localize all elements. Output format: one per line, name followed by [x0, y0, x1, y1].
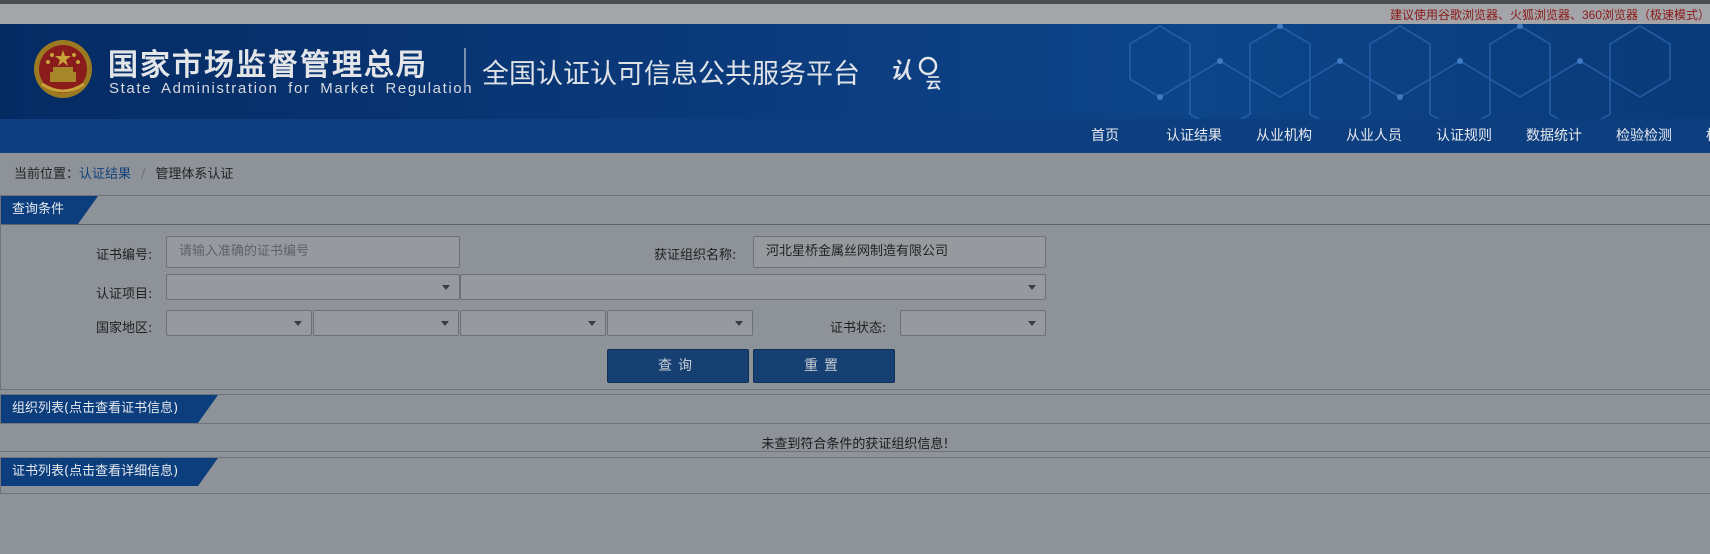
breadcrumb-prefix: 当前位置：: [14, 167, 80, 182]
chevron-down-icon: [735, 321, 743, 326]
org-name-label: 获证组织名称:: [654, 248, 737, 263]
chevron-down-icon: [442, 285, 450, 290]
cloud-logo-icon: 认 云: [890, 56, 941, 90]
cert-list-panel-title: 证书列表(点击查看详细信息): [1, 458, 218, 486]
breadcrumb-link-cert-results[interactable]: 认证结果: [79, 167, 131, 182]
region-city-select[interactable]: [460, 310, 606, 336]
query-panel-divider: [1, 224, 1710, 225]
search-button[interactable]: 查询: [607, 349, 749, 383]
hexagon-pattern-decoration: [1129, 24, 1671, 119]
org-list-panel-title: 组织列表(点击查看证书信息): [1, 395, 218, 423]
org-list-panel: 组织列表(点击查看证书信息): [0, 394, 1710, 424]
nav-item-more[interactable]: 标: [1706, 119, 1710, 153]
breadcrumb-current: 管理体系认证: [155, 167, 234, 182]
nav-item-personnel[interactable]: 从业人员: [1346, 119, 1402, 153]
cert-subproject-select[interactable]: [460, 274, 1046, 300]
org-list-bottom-line: [0, 451, 1710, 452]
main-nav: 首页 认证结果 从业机构 从业人员 认证规则 数据统计 检验检测 标: [0, 119, 1710, 153]
chevron-down-icon: [1028, 285, 1036, 290]
cert-list-panel: 证书列表(点击查看详细信息): [0, 457, 1710, 494]
breadcrumb: 当前位置：认证结果 / 管理体系认证: [14, 163, 233, 182]
org-name-input[interactable]: 河北星桥金属丝网制造有限公司: [753, 236, 1046, 268]
cert-number-label: 证书编号:: [96, 248, 153, 263]
cloud-logo-text-2: 云: [926, 74, 941, 90]
cert-number-input[interactable]: 请输入准确的证书编号: [166, 236, 460, 268]
site-header-banner: 国家市场监督管理总局 State Administration for Mark…: [0, 24, 1710, 119]
cert-status-select[interactable]: [900, 310, 1046, 336]
agency-name-cn: 国家市场监督管理总局: [108, 48, 428, 83]
cert-project-label: 认证项目:: [96, 287, 153, 302]
nav-item-inspection[interactable]: 检验检测: [1616, 119, 1672, 153]
nav-item-cert-rules[interactable]: 认证规则: [1436, 119, 1492, 153]
org-list-empty-message: 未查到符合条件的获证组织信息!: [761, 437, 949, 452]
agency-name-en: State Administration for Market Regulati…: [109, 80, 474, 97]
chevron-down-icon: [441, 321, 449, 326]
reset-button[interactable]: 重置: [753, 349, 895, 383]
browser-notice-bar: 建议使用谷歌浏览器、火狐浏览器、360浏览器（极速模式）: [0, 4, 1710, 24]
query-panel-title: 查询条件: [1, 196, 98, 224]
nav-item-statistics[interactable]: 数据统计: [1526, 119, 1582, 153]
chevron-down-icon: [1028, 321, 1036, 326]
platform-title: 全国认证认可信息公共服务平台: [482, 59, 860, 90]
region-province-select[interactable]: [313, 310, 459, 336]
cert-project-select[interactable]: [166, 274, 460, 300]
national-emblem-icon: [34, 40, 92, 98]
chevron-down-icon: [294, 321, 302, 326]
cloud-logo-text-1: 认: [890, 59, 912, 84]
nav-item-cert-results[interactable]: 认证结果: [1166, 119, 1222, 153]
cert-status-label: 证书状态:: [830, 321, 887, 336]
nav-item-home[interactable]: 首页: [1091, 119, 1119, 153]
region-district-select[interactable]: [607, 310, 753, 336]
region-country-select[interactable]: [166, 310, 312, 336]
header-divider: [464, 48, 466, 90]
chevron-down-icon: [588, 321, 596, 326]
nav-item-institutions[interactable]: 从业机构: [1256, 119, 1312, 153]
browser-notice-text: 建议使用谷歌浏览器、火狐浏览器、360浏览器（极速模式）: [1389, 8, 1710, 22]
region-label: 国家地区:: [96, 321, 153, 336]
breadcrumb-separator: /: [141, 167, 146, 182]
